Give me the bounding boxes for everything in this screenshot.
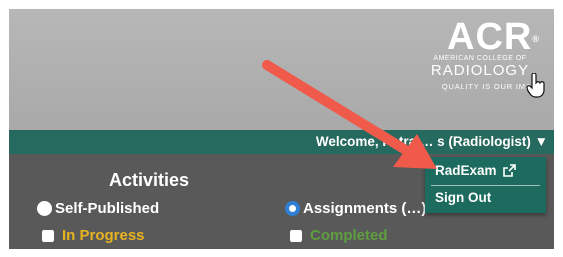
menu-item-sign-out[interactable]: Sign Out [435, 190, 491, 205]
logo-acr: ACR® [447, 16, 540, 58]
menu-item-label: Sign Out [435, 190, 492, 205]
acr-logo[interactable]: ACR® AMERICAN COLLEGE OF RADIOLOGY QUALI… [416, 16, 544, 92]
app-frame: ACR® AMERICAN COLLEGE OF RADIOLOGY QUALI… [9, 9, 554, 249]
logo-line2: RADIOLOGY [430, 62, 530, 79]
hand-cursor-icon [526, 73, 545, 98]
header: ACR® AMERICAN COLLEGE OF RADIOLOGY QUALI… [9, 9, 554, 130]
user-menu-toggle[interactable]: Welcome, Petra … s (Radiologist) ▼ [316, 134, 548, 149]
activities-title: Activities [109, 170, 190, 190]
user-dropdown-menu: RadExam Sign Out [425, 157, 546, 213]
filter-label: Completed [310, 227, 388, 244]
radio-button[interactable] [37, 201, 52, 216]
menu-divider [431, 185, 540, 186]
radio-label: Assignments (…) [303, 200, 427, 217]
logo-tagline: QUALITY IS OUR IMAGE [441, 82, 544, 91]
radio-label: Self-Published [55, 200, 160, 217]
checkbox[interactable] [290, 229, 302, 242]
menu-item-radexam[interactable]: RadExam [435, 163, 516, 178]
radio-button-selected[interactable] [285, 201, 300, 216]
welcome-bar: Welcome, Petra … s (Radiologist) ▼ [9, 130, 554, 154]
radio-self-published[interactable]: Self-Published [37, 200, 159, 217]
filter-completed[interactable]: Completed [290, 227, 388, 244]
external-link-icon [502, 164, 516, 177]
checkbox[interactable] [42, 229, 54, 242]
filter-in-progress[interactable]: In Progress [42, 227, 145, 244]
radio-assignments[interactable]: Assignments (…) [285, 200, 426, 217]
menu-item-label: RadExam [435, 163, 497, 178]
filter-label: In Progress [62, 227, 145, 244]
